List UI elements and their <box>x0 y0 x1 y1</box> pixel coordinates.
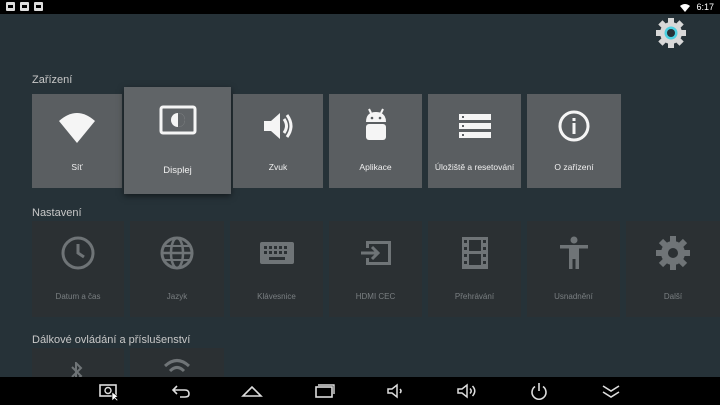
navigation-bar <box>0 377 720 405</box>
notification-icon <box>6 2 15 11</box>
recent-apps-icon[interactable] <box>313 381 335 401</box>
volume-up-icon[interactable] <box>456 381 478 401</box>
tile-storage[interactable]: Úložiště a resetování <box>428 94 521 188</box>
display-icon <box>159 105 196 135</box>
tile-network[interactable]: Síť <box>32 94 122 188</box>
tile-label: Jazyk <box>166 292 188 301</box>
wifi-status-icon <box>680 3 691 12</box>
tile-label: HDMI CEC <box>355 292 396 301</box>
status-bar: 6:17 <box>0 0 720 14</box>
volume-icon <box>264 113 293 139</box>
accessibility-icon <box>559 236 588 269</box>
home-icon[interactable] <box>241 381 263 401</box>
tile-label: Přehrávání <box>454 292 495 301</box>
android-icon <box>365 108 386 140</box>
tile-label: Úložiště a resetování <box>434 162 515 172</box>
tile-accessibility[interactable]: Usnadnění <box>527 221 620 317</box>
tile-wireless-accessory[interactable] <box>130 348 224 378</box>
settings-gear-icon[interactable] <box>654 16 688 50</box>
gear-icon <box>656 236 690 270</box>
tile-label: Datum a čas <box>55 292 101 301</box>
tile-apps[interactable]: Aplikace <box>329 94 422 188</box>
notification-icon <box>20 2 29 11</box>
tile-playback[interactable]: Přehrávání <box>428 221 521 317</box>
film-icon <box>461 237 488 269</box>
tile-label: Usnadnění <box>554 292 593 301</box>
section-title-settings: Nastavení <box>32 207 82 219</box>
tile-language[interactable]: Jazyk <box>130 221 224 317</box>
tile-label: O zařízení <box>554 162 594 172</box>
input-icon <box>360 241 391 265</box>
tile-bluetooth[interactable] <box>32 348 124 378</box>
tile-hdmi-cec[interactable]: HDMI CEC <box>329 221 422 317</box>
tile-more[interactable]: Další <box>626 221 720 317</box>
section-title-remote: Dálkové ovládání a příslušenství <box>32 334 191 346</box>
tile-label: Síť <box>71 162 83 172</box>
tile-about[interactable]: O zařízení <box>527 94 621 188</box>
tile-label: Klávesnice <box>257 292 296 301</box>
tile-date-time[interactable]: Datum a čas <box>32 221 124 317</box>
tile-display[interactable]: Displej <box>124 87 231 194</box>
volume-down-icon[interactable] <box>385 381 407 401</box>
notification-icon <box>34 2 43 11</box>
clock-time: 6:17 <box>696 2 714 12</box>
wifi-icon <box>59 113 95 143</box>
tile-label: Další <box>663 292 683 301</box>
tile-label: Zvuk <box>268 162 288 172</box>
screenshot-icon[interactable] <box>98 381 120 401</box>
section-title-device: Zařízení <box>32 74 73 86</box>
tile-label: Displej <box>163 165 192 176</box>
keyboard-icon <box>259 242 294 264</box>
tile-sound[interactable]: Zvuk <box>233 94 323 188</box>
wireless-icon <box>163 359 191 373</box>
tile-keyboard[interactable]: Klávesnice <box>230 221 323 317</box>
clock-icon <box>61 236 95 270</box>
globe-icon <box>160 236 194 270</box>
info-icon <box>558 110 590 142</box>
tile-label: Aplikace <box>359 162 392 172</box>
bluetooth-icon <box>71 362 83 378</box>
back-icon[interactable] <box>170 381 192 401</box>
power-icon[interactable] <box>528 381 550 401</box>
storage-icon <box>458 114 491 138</box>
collapse-down-icon[interactable] <box>600 381 622 401</box>
